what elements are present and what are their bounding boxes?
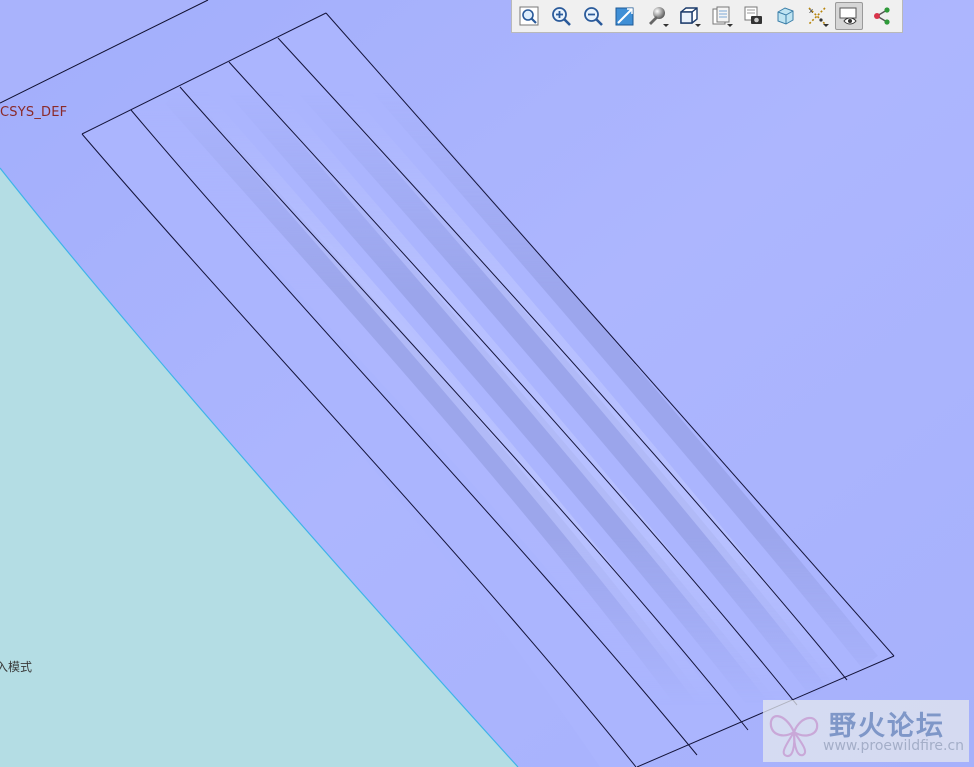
graphics-viewport[interactable]: CSYS_DEF 入模式 <box>0 0 974 767</box>
annotation-display-button[interactable] <box>835 2 863 30</box>
csys-label[interactable]: CSYS_DEF <box>0 105 67 120</box>
dropdown-arrow-icon <box>695 24 701 27</box>
watermark-url: www.proewildfire.cn <box>823 738 965 754</box>
perspective-button[interactable] <box>771 2 799 30</box>
refit-button[interactable] <box>515 2 543 30</box>
annotation-eye-icon <box>839 7 857 25</box>
dropdown-arrow-icon <box>823 24 829 27</box>
dropdown-arrow-icon <box>663 24 669 27</box>
view-toolbar: x <box>511 0 903 33</box>
mode-label: 入模式 <box>0 660 33 674</box>
zoom-in-icon <box>552 7 571 26</box>
spin-center-icon <box>874 7 890 25</box>
watermark: 野火论坛 www.proewildfire.cn <box>763 700 969 762</box>
view-manager-button[interactable] <box>707 2 735 30</box>
svg-text:x: x <box>809 7 813 15</box>
zoom-out-icon <box>584 7 603 26</box>
zoom-in-button[interactable] <box>547 2 575 30</box>
zoom-out-button[interactable] <box>579 2 607 30</box>
dropdown-arrow-icon <box>727 24 733 27</box>
spin-center-button[interactable] <box>867 2 895 30</box>
datum-display-button[interactable]: x <box>803 2 831 30</box>
repaint-button[interactable] <box>611 2 639 30</box>
display-style-button[interactable] <box>643 2 671 30</box>
layers-button[interactable] <box>739 2 767 30</box>
model-scene[interactable] <box>0 0 974 767</box>
repaint-icon <box>615 7 634 26</box>
saved-orientations-button[interactable] <box>675 2 703 30</box>
perspective-box-icon <box>777 7 794 25</box>
butterfly-logo-icon <box>769 715 819 757</box>
layers-camera-icon <box>744 6 762 24</box>
refit-icon <box>519 6 539 26</box>
